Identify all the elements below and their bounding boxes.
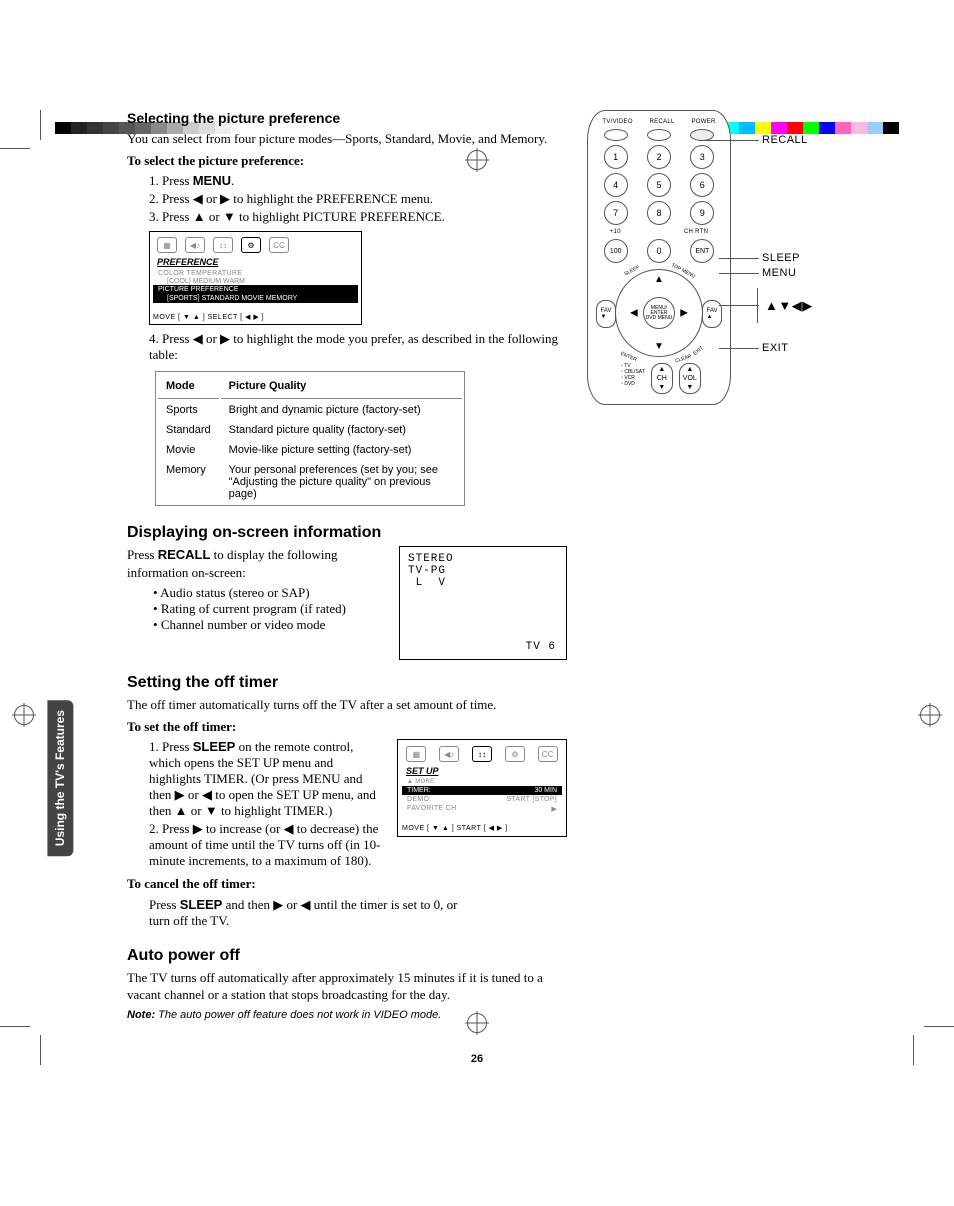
remote-dpad: SLEEP TOP MENU MENU/ ENTER DVD MENU ▲ ▼ … <box>615 269 703 357</box>
step: 2. Press ▶ to increase (or ◀ to decrease… <box>149 821 387 869</box>
para: The off timer automatically turns off th… <box>127 696 567 714</box>
step: 1. Press MENU. <box>149 173 567 189</box>
note: Note: The auto power off feature does no… <box>127 1008 567 1023</box>
step: 2. Press ◀ or ▶ to highlight the PREFERE… <box>149 191 567 207</box>
page-number: 26 <box>127 1053 827 1065</box>
bullet: Audio status (stereo or SAP) <box>153 585 387 601</box>
remote-diagram: TV/VIDEORECALLPOWER 123 456 789 +10CH RT… <box>587 110 827 405</box>
osd-preference: ▦◀♪↕↕ ⚙CC PREFERENCE COLOR TEMPERATURE [… <box>149 231 362 325</box>
subhead: To set the off timer: <box>127 718 567 736</box>
callout-exit: EXIT <box>762 342 788 354</box>
para: You can select from four picture modes—S… <box>127 130 567 148</box>
callout-sleep: SLEEP <box>762 252 800 264</box>
heading-off-timer: Setting the off timer <box>127 674 567 692</box>
heading-auto-power: Auto power off <box>127 947 567 965</box>
callout-menu: MENU <box>762 267 796 279</box>
subhead: To select the picture preference: <box>127 152 567 170</box>
remote-recall-btn <box>647 129 671 141</box>
mode-table: ModePicture Quality SportsBright and dyn… <box>155 371 465 506</box>
bullet: Rating of current program (if rated) <box>153 601 387 617</box>
step: 1. Press SLEEP on the remote control, wh… <box>149 739 387 819</box>
bullet: Channel number or video mode <box>153 617 387 633</box>
para: The TV turns off automatically after app… <box>127 969 557 1004</box>
subhead: To cancel the off timer: <box>127 875 567 893</box>
para: Press RECALL to display the following in… <box>127 546 387 581</box>
callout-arrows: ▲▼◀▶ <box>765 298 813 314</box>
osd-recall: STEREO TV-PG L V TV 6 <box>399 546 567 660</box>
callout-recall: RECALL <box>762 134 808 146</box>
step: 3. Press ▲ or ▼ to highlight PICTURE PRE… <box>149 209 567 225</box>
step: Press SLEEP and then ▶ or ◀ until the ti… <box>149 897 479 929</box>
step: 4. Press ◀ or ▶ to highlight the mode yo… <box>149 331 567 363</box>
heading-picture-pref: Selecting the picture preference <box>127 110 567 126</box>
osd-setup: ▦◀♪↕↕ ⚙CC SET UP ▲ MORE TIMER:30 MIN DEM… <box>397 739 567 837</box>
side-tab: Using the TV's Features <box>47 700 73 856</box>
heading-osd-info: Displaying on-screen information <box>127 524 567 542</box>
